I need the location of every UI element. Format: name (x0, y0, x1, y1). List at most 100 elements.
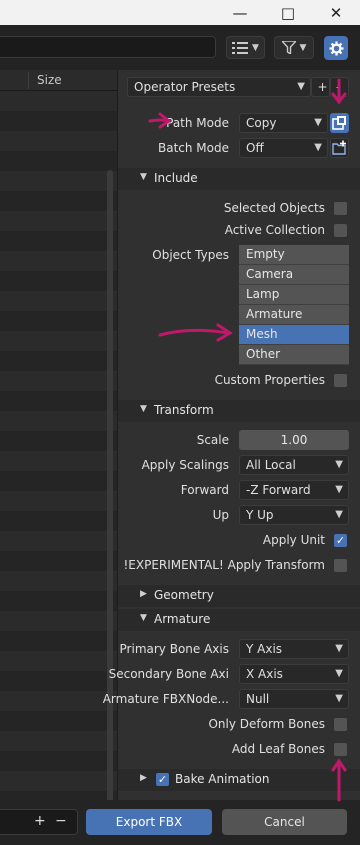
file-list-row[interactable] (0, 791, 117, 800)
add-preset-button[interactable]: + (311, 77, 330, 97)
file-list-row[interactable] (0, 231, 117, 251)
file-list-row[interactable] (0, 211, 117, 231)
apply-unit-checkbox[interactable]: ✓ (334, 534, 347, 547)
batch-own-dir-toggle[interactable] (330, 138, 349, 158)
fbx-node-type-value: Null (246, 692, 270, 706)
file-list-column-header: Size (0, 70, 117, 91)
only-deform-bones-checkbox[interactable] (334, 718, 347, 731)
chevron-down-icon: ▼ (335, 643, 343, 654)
include-section-header[interactable]: ▼ Include (118, 168, 360, 190)
file-list-row[interactable] (0, 351, 117, 371)
close-window-button[interactable]: ✕ (312, 0, 360, 25)
expanded-triangle-icon: ▼ (140, 404, 147, 414)
scale-field[interactable]: 1.00 (239, 430, 349, 450)
file-list-row[interactable] (0, 751, 117, 771)
chevron-down-icon: ▼ (335, 509, 343, 520)
file-list-row[interactable] (0, 611, 117, 631)
file-list-row[interactable] (0, 631, 117, 651)
decrement-filename-button[interactable]: − (55, 813, 67, 829)
file-list[interactable]: Size (0, 70, 117, 800)
apply-scalings-dropdown[interactable]: All Local ▼ (239, 455, 349, 475)
secondary-bone-axis-dropdown[interactable]: X Axis ▼ (239, 664, 349, 684)
expanded-triangle-icon: ▼ (140, 613, 147, 623)
file-list-row[interactable] (0, 111, 117, 131)
secondary-bone-axis-label: Secondary Bone Axi (108, 667, 229, 681)
primary-bone-axis-dropdown[interactable]: Y Axis ▼ (239, 639, 349, 659)
file-list-row[interactable] (0, 671, 117, 691)
embed-textures-icon (332, 116, 346, 130)
bake-animation-checkbox[interactable]: ✓ (156, 773, 169, 786)
object-type-lamp[interactable]: Lamp (239, 285, 349, 305)
export-fbx-button[interactable]: Export FBX (86, 809, 212, 835)
file-list-row[interactable] (0, 131, 117, 151)
file-list-row[interactable] (0, 431, 117, 451)
size-column-header[interactable]: Size (37, 73, 62, 87)
active-collection-checkbox[interactable] (334, 224, 347, 237)
file-list-row[interactable] (0, 191, 117, 211)
file-list-row[interactable] (0, 291, 117, 311)
path-mode-dropdown[interactable]: Copy ▼ (239, 113, 328, 133)
file-list-row[interactable] (0, 691, 117, 711)
selected-objects-checkbox[interactable] (334, 202, 347, 215)
batch-mode-label: Batch Mode (157, 141, 229, 155)
file-list-row[interactable] (0, 651, 117, 671)
file-list-row[interactable] (0, 771, 117, 791)
armature-section-title: Armature (154, 612, 211, 626)
transform-section-header[interactable]: ▼ Transform (118, 400, 360, 422)
embed-textures-toggle[interactable] (330, 113, 349, 133)
file-list-row[interactable] (0, 471, 117, 491)
add-icon: + (317, 80, 328, 94)
maximize-button[interactable]: □ (264, 0, 312, 25)
file-list-row[interactable] (0, 271, 117, 291)
file-list-row[interactable] (0, 411, 117, 431)
add-leaf-bones-checkbox[interactable] (334, 743, 347, 756)
apply-scalings-label: Apply Scalings (141, 458, 229, 472)
cancel-button[interactable]: Cancel (222, 809, 347, 835)
file-list-row[interactable] (0, 251, 117, 271)
operator-presets-dropdown[interactable]: Operator Presets ▼ (127, 77, 311, 97)
file-list-row[interactable] (0, 331, 117, 351)
object-type-other[interactable]: Other (239, 345, 349, 365)
batch-mode-dropdown[interactable]: Off ▼ (239, 138, 328, 158)
file-path-input[interactable] (0, 36, 216, 58)
minimize-button[interactable]: — (216, 0, 264, 25)
scale-label: Scale (196, 433, 229, 447)
filter-dropdown[interactable]: ▼ (274, 36, 314, 59)
up-dropdown[interactable]: Y Up ▼ (239, 505, 349, 525)
file-list-row[interactable] (0, 311, 117, 331)
file-list-row[interactable] (0, 551, 117, 571)
file-list-row[interactable] (0, 391, 117, 411)
remove-preset-button[interactable]: - (330, 77, 349, 97)
forward-label: Forward (180, 483, 229, 497)
apply-transform-checkbox[interactable] (334, 559, 347, 572)
file-list-row[interactable] (0, 151, 117, 171)
file-list-row[interactable] (0, 451, 117, 471)
file-list-row[interactable] (0, 591, 117, 611)
file-list-row[interactable] (0, 731, 117, 751)
increment-filename-button[interactable]: + (34, 813, 46, 829)
forward-dropdown[interactable]: -Z Forward ▼ (239, 480, 349, 500)
file-list-row[interactable] (0, 711, 117, 731)
filename-input[interactable]: + − (0, 809, 78, 835)
object-type-mesh[interactable]: Mesh (239, 325, 349, 345)
geometry-section-header[interactable]: ▶ Geometry (118, 585, 360, 607)
file-list-row[interactable] (0, 91, 117, 111)
file-list-row[interactable] (0, 171, 117, 191)
file-rows (0, 91, 117, 800)
file-list-row[interactable] (0, 531, 117, 551)
primary-bone-axis-label: Primary Bone Axis (119, 642, 229, 656)
bake-animation-section-header[interactable]: ▶ ✓ Bake Animation (118, 769, 360, 791)
custom-properties-checkbox[interactable] (334, 374, 347, 387)
armature-section-header[interactable]: ▼ Armature (118, 609, 360, 631)
fbx-node-type-dropdown[interactable]: Null ▼ (239, 689, 349, 709)
file-list-row[interactable] (0, 491, 117, 511)
file-list-row[interactable] (0, 511, 117, 531)
display-mode-dropdown[interactable]: ▼ (226, 36, 265, 59)
object-type-armature[interactable]: Armature (239, 305, 349, 325)
file-list-row[interactable] (0, 571, 117, 591)
include-section-title: Include (154, 171, 198, 185)
object-type-camera[interactable]: Camera (239, 265, 349, 285)
file-list-row[interactable] (0, 371, 117, 391)
settings-toggle-button[interactable] (324, 36, 348, 60)
object-type-empty[interactable]: Empty (239, 245, 349, 265)
